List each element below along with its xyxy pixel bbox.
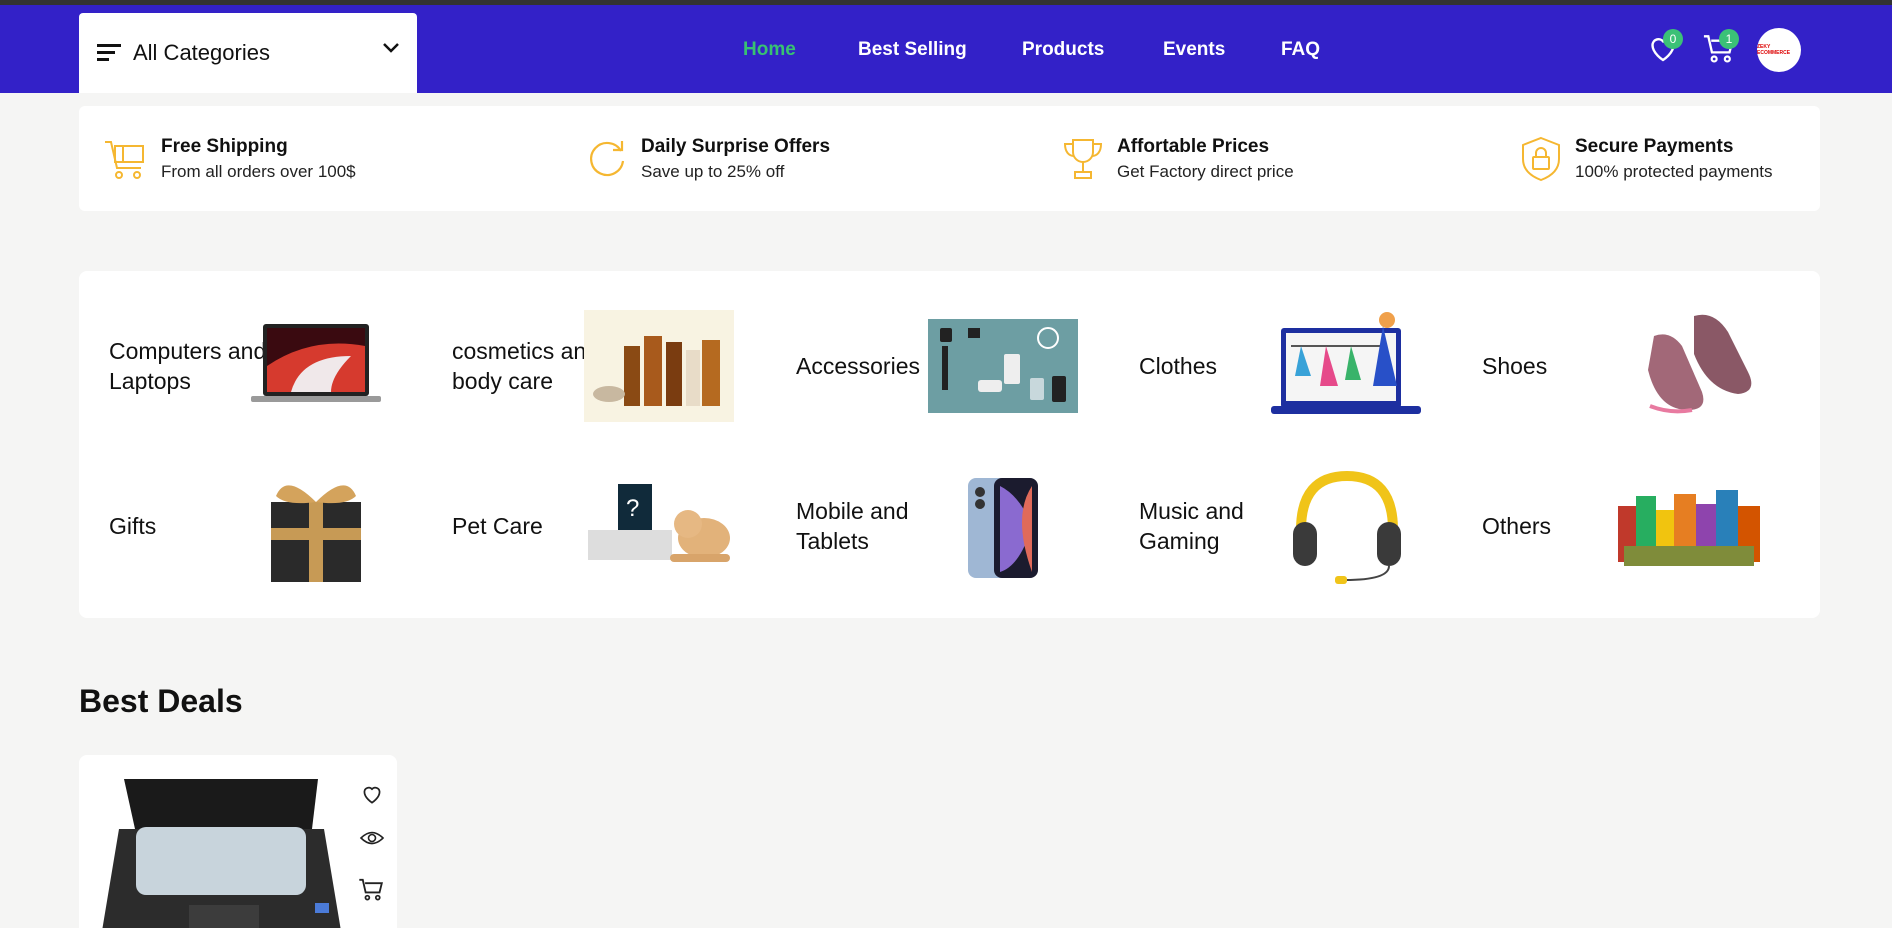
add-to-cart-icon[interactable] bbox=[357, 875, 387, 903]
feature-subtitle: 100% protected payments bbox=[1575, 161, 1773, 181]
product-image bbox=[102, 779, 341, 928]
cart-count-badge: 1 bbox=[1719, 29, 1739, 49]
category-accessories[interactable]: Accessories bbox=[766, 296, 1078, 436]
eye-icon[interactable] bbox=[359, 827, 385, 849]
nav-events[interactable]: Events bbox=[1163, 39, 1225, 61]
feature-affordable-prices: Affortable Prices Get Factory direct pri… bbox=[1061, 106, 1294, 211]
groceries-image bbox=[1618, 490, 1760, 566]
feature-subtitle: Get Factory direct price bbox=[1117, 161, 1294, 181]
nav-home[interactable]: Home bbox=[743, 39, 796, 61]
category-others[interactable]: Others bbox=[1452, 456, 1764, 596]
cart-icon bbox=[105, 140, 144, 179]
pet-image: ? bbox=[588, 484, 730, 562]
laptop-image bbox=[251, 324, 381, 402]
product-card[interactable] bbox=[79, 755, 397, 928]
refresh-icon bbox=[590, 140, 625, 176]
feature-daily-offers: Daily Surprise Offers Save up to 25% off bbox=[585, 106, 830, 211]
headphones-image bbox=[1293, 470, 1401, 584]
nav-faq[interactable]: FAQ bbox=[1281, 39, 1320, 61]
category-gifts[interactable]: Gifts bbox=[79, 456, 391, 596]
category-cosmetics[interactable]: cosmetics and body care bbox=[422, 296, 734, 436]
category-computers-laptops[interactable]: Computers and Laptops bbox=[79, 296, 391, 436]
heart-icon[interactable] bbox=[359, 781, 385, 807]
categories-grid: Computers and Laptops cosmetics and body… bbox=[79, 271, 1820, 618]
shield-lock-icon bbox=[1522, 136, 1560, 181]
cart-button[interactable]: 1 bbox=[1701, 29, 1739, 71]
feature-title: Daily Surprise Offers bbox=[641, 135, 831, 157]
gift-image bbox=[271, 485, 361, 582]
category-music-gaming[interactable]: Music and Gaming bbox=[1109, 456, 1421, 596]
phone-image bbox=[968, 478, 1038, 578]
feature-subtitle: From all orders over 100$ bbox=[161, 161, 356, 181]
svg-text:?: ? bbox=[626, 495, 639, 522]
nav-best-selling[interactable]: Best Selling bbox=[858, 39, 967, 61]
category-mobile-tablets[interactable]: Mobile and Tablets bbox=[766, 456, 1078, 596]
feature-free-shipping: Free Shipping From all orders over 100$ bbox=[103, 106, 356, 211]
main-nav: Home Best Selling Products Events FAQ bbox=[0, 5, 1892, 93]
category-clothes[interactable]: Clothes bbox=[1109, 296, 1421, 436]
shoes-image bbox=[1648, 314, 1752, 414]
accessories-image bbox=[928, 319, 1078, 413]
wishlist-count-badge: 0 bbox=[1663, 29, 1683, 49]
cosmetics-image bbox=[584, 310, 734, 422]
feature-title: Free Shipping bbox=[161, 135, 288, 157]
feature-title: Secure Payments bbox=[1575, 135, 1734, 157]
category-pet-care[interactable]: Pet Care ? bbox=[422, 456, 734, 596]
category-shoes[interactable]: Shoes bbox=[1452, 296, 1764, 436]
trophy-icon bbox=[1063, 138, 1103, 179]
wishlist-button[interactable]: 0 bbox=[1645, 29, 1683, 71]
features-strip: Free Shipping From all orders over 100$ … bbox=[79, 106, 1820, 211]
avatar[interactable]: ZEKY ECOMMERCE bbox=[1757, 28, 1801, 72]
section-title-best-deals: Best Deals bbox=[79, 683, 243, 719]
feature-title: Affortable Prices bbox=[1117, 135, 1270, 157]
feature-subtitle: Save up to 25% off bbox=[641, 161, 785, 181]
nav-products[interactable]: Products bbox=[1022, 39, 1104, 61]
clothes-image bbox=[1271, 312, 1421, 414]
feature-secure-payments: Secure Payments 100% protected payments bbox=[1519, 106, 1773, 211]
